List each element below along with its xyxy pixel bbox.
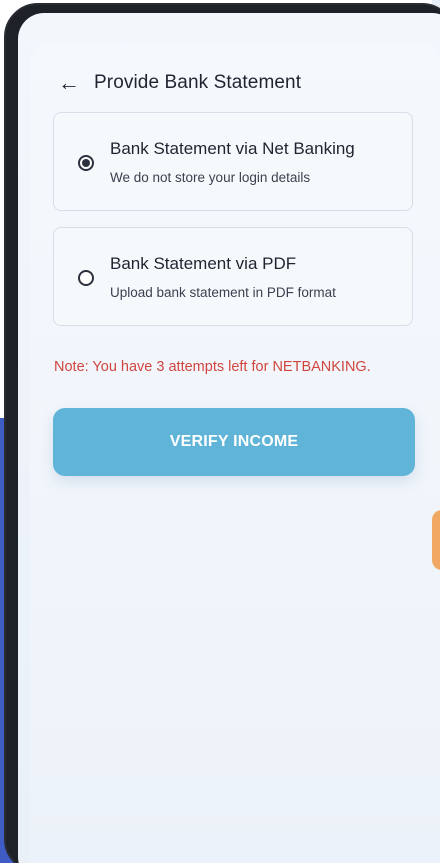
phone-frame: ← Provide Bank Statement Bank Statement … [4, 3, 440, 863]
option-title: Bank Statement via PDF [110, 254, 297, 273]
option-subtitle: We do not store your login details [110, 170, 311, 185]
radio-selected-icon[interactable] [78, 155, 94, 171]
radio-unselected-icon[interactable] [78, 270, 94, 286]
arrow-left-icon[interactable]: ← [58, 72, 84, 94]
page-title: Provide Bank Statement [94, 72, 302, 93]
attempts-note: Note: You have 3 attempts left for NETBA… [54, 359, 371, 375]
option-pdf[interactable]: Bank Statement via PDF Upload bank state… [53, 227, 413, 326]
option-subtitle: Upload bank statement in PDF format [110, 285, 336, 300]
verify-income-button[interactable]: VERIFY INCOME [53, 408, 415, 476]
page-header: ← Provide Bank Statement [58, 69, 301, 97]
phone-screen: ← Provide Bank Statement Bank Statement … [18, 13, 440, 863]
option-net-banking[interactable]: Bank Statement via Net Banking We do not… [53, 112, 413, 211]
option-title: Bank Statement via Net Banking [110, 139, 355, 158]
floating-orange-badge [432, 510, 440, 570]
